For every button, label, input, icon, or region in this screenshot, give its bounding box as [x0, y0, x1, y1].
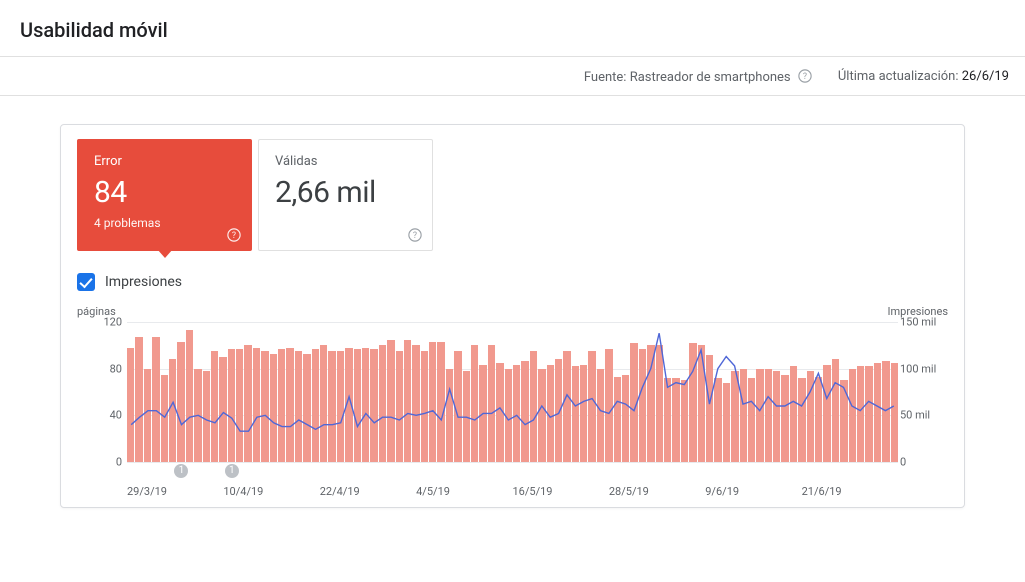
main-panel: Error 84 4 problemas ? Válidas 2,66 mil … — [60, 124, 965, 508]
chart-plot[interactable]: 04080120050 mil100 mil150 mil1129/3/1910… — [127, 322, 898, 462]
x-tick: 28/5/19 — [609, 485, 705, 498]
help-icon[interactable]: ? — [227, 228, 241, 242]
updated-value: 26/6/19 — [962, 69, 1009, 84]
source-block[interactable]: Fuente: Rastreador de smartphones ? — [584, 67, 812, 85]
y-left-tick: 120 — [87, 316, 122, 329]
y-right-tick: 100 mil — [900, 362, 948, 375]
source-label: Fuente: — [584, 70, 627, 85]
page-header: Usabilidad móvil — [0, 0, 1025, 57]
help-icon[interactable]: ? — [408, 228, 422, 242]
y-left-tick: 80 — [87, 362, 122, 375]
event-marker[interactable]: 1 — [174, 464, 188, 478]
x-tick: 4/5/19 — [416, 485, 512, 498]
chart: páginas Impresiones 04080120050 mil100 m… — [77, 305, 948, 495]
impressions-label: Impresiones — [105, 274, 182, 290]
svg-text:?: ? — [413, 231, 417, 241]
y-left-tick: 0 — [87, 456, 122, 469]
page-title: Usabilidad móvil — [20, 18, 1005, 42]
impressions-toggle[interactable]: Impresiones — [77, 273, 948, 291]
event-markers: 11 — [127, 464, 898, 480]
active-indicator-icon — [157, 249, 173, 258]
x-tick: 16/5/19 — [513, 485, 609, 498]
error-card-title: Error — [94, 154, 235, 169]
help-icon[interactable]: ? — [798, 69, 812, 83]
y-left-tick: 40 — [87, 409, 122, 422]
valid-card-value: 2,66 mil — [275, 175, 416, 210]
source-value: Rastreador de smartphones — [630, 70, 791, 85]
event-marker[interactable]: 1 — [225, 464, 239, 478]
error-card-problems: 4 problemas — [94, 216, 235, 230]
x-tick: 21/6/19 — [802, 485, 898, 498]
y-right-tick: 50 mil — [900, 409, 948, 422]
status-bar: Fuente: Rastreador de smartphones ? Últi… — [0, 57, 1025, 96]
x-axis: 29/3/1910/4/1922/4/194/5/1916/5/1928/5/1… — [127, 485, 898, 498]
axis-titles: páginas Impresiones — [77, 305, 948, 318]
line-series — [127, 322, 898, 462]
x-tick: 29/3/19 — [127, 485, 223, 498]
updated-block: Última actualización: 26/6/19 — [838, 69, 1009, 84]
svg-text:?: ? — [232, 231, 236, 241]
valid-card-title: Válidas — [275, 154, 416, 169]
x-tick: 22/4/19 — [320, 485, 416, 498]
svg-text:?: ? — [803, 72, 807, 82]
main-panel-wrap: Error 84 4 problemas ? Válidas 2,66 mil … — [0, 96, 1025, 538]
status-cards: Error 84 4 problemas ? Válidas 2,66 mil … — [77, 139, 948, 251]
valid-card[interactable]: Válidas 2,66 mil ? — [258, 139, 433, 251]
checkbox-icon — [77, 273, 95, 291]
x-tick: 10/4/19 — [223, 485, 319, 498]
y-right-tick: 0 — [900, 456, 948, 469]
updated-label: Última actualización: — [838, 69, 959, 84]
error-card-value: 84 — [94, 175, 235, 210]
x-tick: 9/6/19 — [705, 485, 801, 498]
error-card[interactable]: Error 84 4 problemas ? — [77, 139, 252, 251]
y-right-tick: 150 mil — [900, 316, 948, 329]
